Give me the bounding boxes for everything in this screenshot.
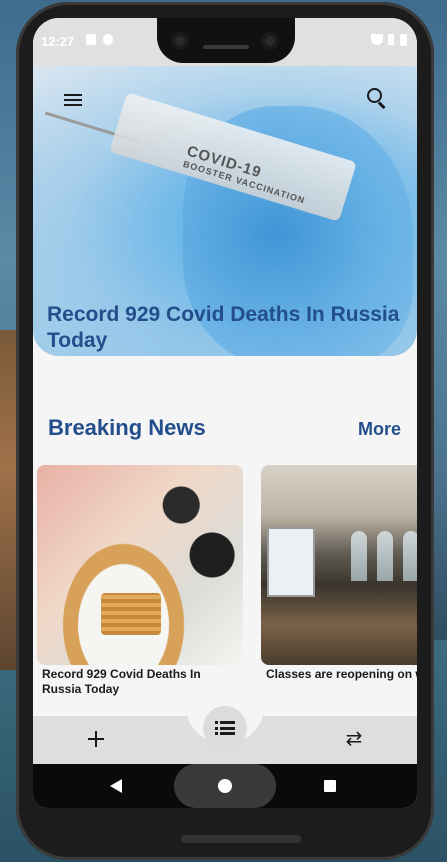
window-image (403, 531, 417, 581)
news-card-title: Classes are reopening on week (266, 667, 417, 681)
breaking-news-title: Breaking News (48, 415, 206, 440)
system-nav-bar (33, 764, 417, 808)
compare-arrows-icon: ⇄ (345, 728, 363, 750)
sd-card-icon (86, 34, 96, 45)
news-card-image (261, 465, 417, 665)
signal-icon (388, 34, 394, 45)
nav-back-icon[interactable] (110, 779, 122, 793)
search-button[interactable] (361, 84, 389, 112)
add-button[interactable] (85, 728, 107, 750)
nav-home-icon[interactable] (218, 779, 232, 793)
hamburger-menu-icon (64, 93, 82, 107)
news-card-image (37, 465, 243, 665)
news-card[interactable]: Classes are reopening on week (261, 465, 417, 705)
more-link[interactable]: More (358, 419, 401, 440)
list-fab-button[interactable] (203, 706, 247, 750)
status-time: 12:27 (41, 34, 75, 49)
sync-icon (103, 34, 113, 45)
list-icon (215, 721, 235, 735)
battery-icon (400, 34, 407, 46)
front-camera-left (171, 32, 189, 50)
bottom-speaker (181, 835, 301, 843)
camera-notch (157, 18, 295, 63)
window-image (377, 531, 393, 581)
wifi-icon (371, 34, 383, 45)
waffle-image (101, 593, 161, 635)
news-card[interactable]: Record 929 Covid Deaths In Russia Today (37, 465, 243, 705)
projector-screen-image (267, 527, 315, 597)
window-image (351, 531, 367, 581)
hero-headline[interactable]: Record 929 Covid Deaths In Russia Today (47, 302, 417, 354)
nav-recent-apps-icon[interactable] (324, 780, 336, 792)
compare-button[interactable]: ⇄ (341, 728, 367, 750)
hero-banner[interactable]: COVID-19 BOOSTER VACCINATION Record 929 … (33, 66, 417, 356)
menu-button[interactable] (59, 86, 87, 114)
earpiece-grill (203, 45, 249, 49)
news-card-title: Record 929 Covid Deaths In Russia Today (42, 667, 201, 696)
app-screen: 12:27 COVID-19 BOOSTER VACCINATION Recor… (33, 18, 417, 808)
front-camera-right (261, 32, 279, 50)
